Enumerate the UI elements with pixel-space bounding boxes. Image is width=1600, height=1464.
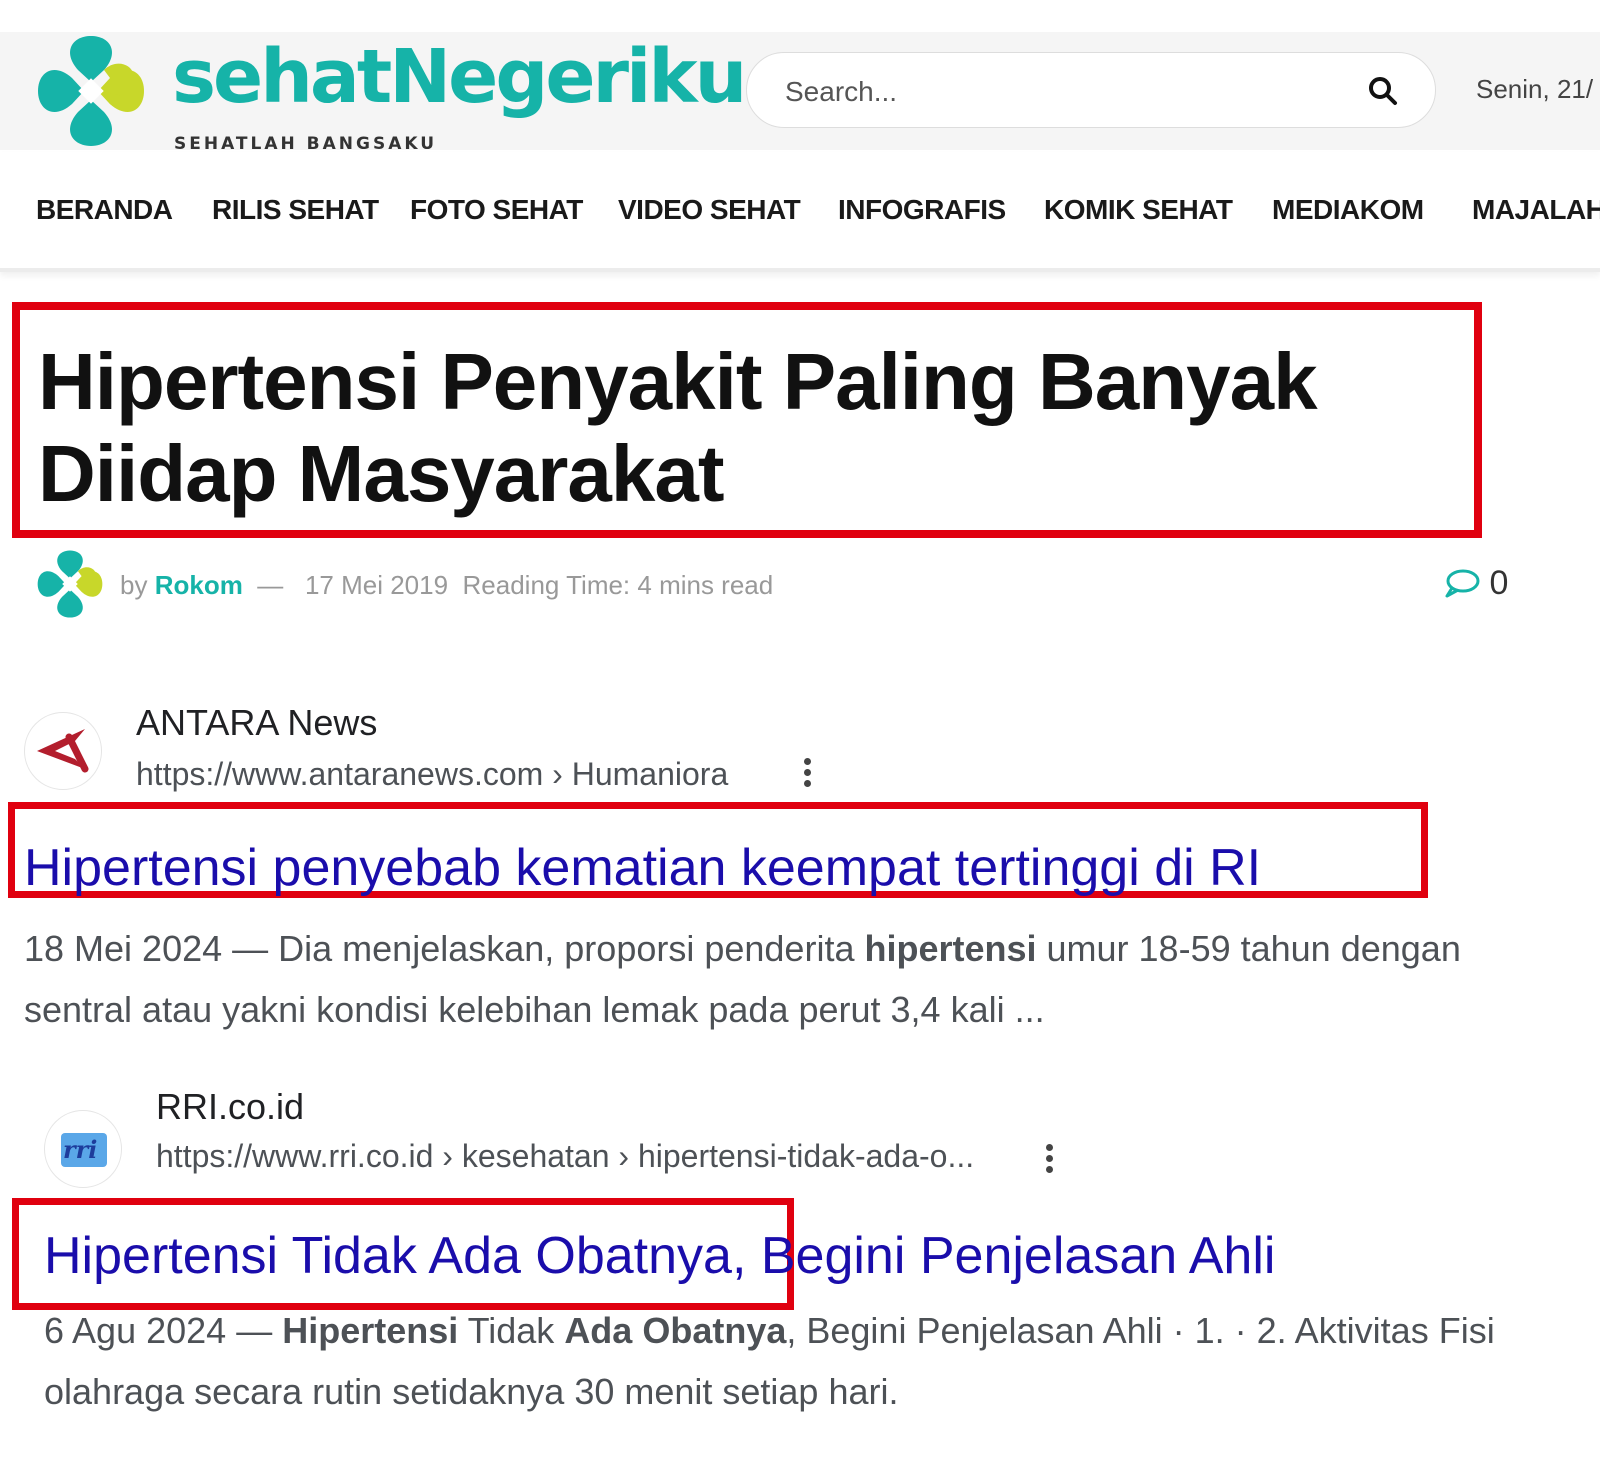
nav-item-infografis[interactable]: INFOGRAFIS [838,194,1006,226]
result-url[interactable]: https://www.antaranews.com › Humaniora [136,756,728,793]
result-site-name[interactable]: RRI.co.id [156,1086,304,1128]
more-vert-icon[interactable] [1044,1144,1054,1180]
snippet-keyword: hipertensi [864,928,1037,969]
snippet-text: , Begini Penjelasan Ahli · 1. · 2. Aktiv… [786,1310,1495,1351]
search-input[interactable] [783,71,1347,113]
snippet-text: — Dia menjelaskan, proporsi penderita [222,928,865,969]
article-meta: by Rokom — 17 Mei 2019 Reading Time: 4 m… [120,570,773,601]
rri-logo-text: rri [63,1135,98,1164]
snippet-date: 18 Mei 2024 [24,928,223,969]
comment-count-link[interactable]: 0 [1444,564,1508,603]
nav-item-video-sehat[interactable]: VIDEO SEHAT [618,194,801,226]
search-box[interactable] [746,52,1436,128]
result-snippet: 6 Agu 2024 — Hipertensi Tidak Ada Obatny… [44,1300,1495,1422]
main-nav: BERANDA RILIS SEHAT FOTO SEHAT VIDEO SEH… [0,152,1600,272]
comment-icon [1445,569,1480,598]
snippet-text: — [226,1310,283,1351]
result-url[interactable]: https://www.rri.co.id › kesehatan › hipe… [156,1138,974,1175]
snippet-line-1: 18 Mei 2024 — Dia menjelaskan, proporsi … [24,918,1461,979]
comment-count: 0 [1489,564,1509,602]
header-date: Senin, 21/ [1476,74,1594,104]
nav-item-foto-sehat[interactable]: FOTO SEHAT [410,194,583,226]
article-date: 17 Mei 2019 [304,570,449,600]
nav-item-beranda[interactable]: BERANDA [36,194,173,226]
reading-time: Reading Time: 4 mins read [462,570,774,600]
rri-favicon-icon: rri [44,1110,122,1188]
snippet-keyword: Hipertensi [282,1310,459,1351]
search-icon[interactable] [1367,75,1399,107]
logo-tagline: SEHATLAH BANGSAKU [174,134,438,154]
snippet-keyword: Ada Obatnya [564,1310,787,1351]
antara-favicon-icon [24,712,102,790]
result-url-breadcrumb: › kesehatan › hipertensi-tidak-ada-o... [442,1138,975,1174]
more-vert-icon[interactable] [802,758,812,794]
meta-by: by [120,570,148,600]
snippet-line-2: olahraga secara rutin setidaknya 30 meni… [44,1371,899,1412]
article-title: Hipertensi Penyakit Paling Banyak Diidap… [38,337,1318,518]
result-url-domain: https://www.antaranews.com [136,756,544,792]
nav-item-rilis-sehat[interactable]: RILIS SEHAT [212,194,379,226]
snippet-text: umur 18-59 tahun dengan [1036,928,1461,969]
meta-dash: — [257,570,284,600]
snippet-line-1: 6 Agu 2024 — Hipertensi Tidak Ada Obatny… [44,1300,1495,1361]
result-title-link[interactable]: Hipertensi penyebab kematian keempat ter… [24,838,1261,898]
author-link[interactable]: Rokom [155,570,243,600]
nav-item-komik-sehat[interactable]: KOMIK SEHAT [1044,194,1233,226]
snippet-text: Tidak [458,1310,565,1351]
result-url-domain: https://www.rri.co.id [156,1138,434,1174]
result-url-breadcrumb: › Humaniora [552,756,729,792]
result-site-name[interactable]: ANTARA News [136,702,377,744]
result-snippet: 18 Mei 2024 — Dia menjelaskan, proporsi … [24,918,1461,1040]
antara-logo-mark [37,729,89,773]
nav-item-mediakom[interactable]: MEDIAKOM [1272,194,1424,226]
author-avatar[interactable] [36,548,104,620]
result-title-link[interactable]: Hipertensi Tidak Ada Obatnya, Begini Pen… [44,1226,1275,1286]
logo-text[interactable]: sehatNegeriku [172,34,747,120]
logo-clover-icon[interactable] [36,32,146,150]
snippet-line-2: sentral atau yakni kondisi kelebihan lem… [24,989,1045,1030]
snippet-date: 6 Agu 2024 [44,1310,227,1351]
nav-item-majalah[interactable]: MAJALAH [1472,194,1600,226]
